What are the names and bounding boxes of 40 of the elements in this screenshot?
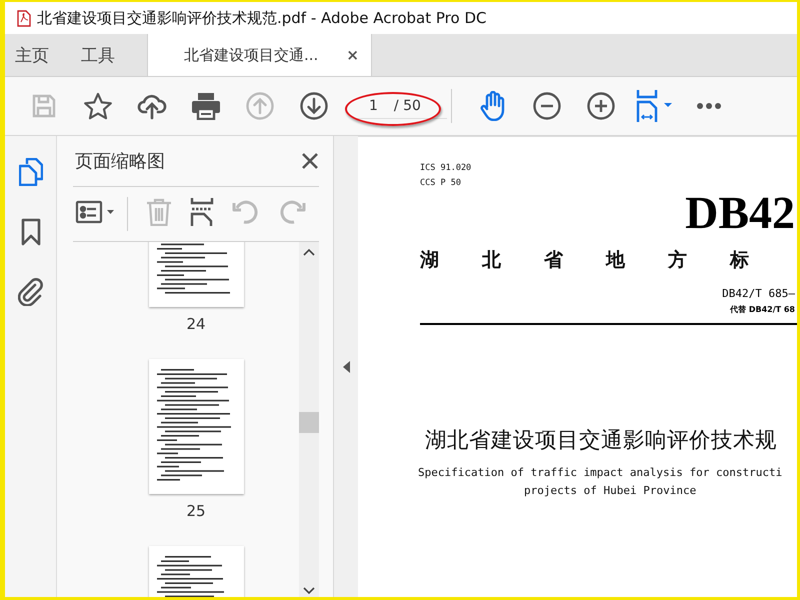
window-title: 北省建设项目交通影响评价技术规范.pdf - Adobe Acrobat Pro DC (37, 8, 486, 28)
scroll-thumb[interactable] (299, 412, 319, 433)
collapse-arrow-icon[interactable] (342, 360, 350, 372)
cloud-upload-icon[interactable] (137, 92, 167, 120)
page-number: 24 (186, 315, 206, 333)
replaces-note: 代替 DB42/T 68 (730, 304, 795, 315)
pdf-file-icon (17, 10, 31, 26)
page-number-field[interactable]: 1 / 50 (357, 93, 447, 119)
standard-number: DB42/T 685— (722, 287, 795, 300)
close-icon[interactable] (301, 152, 319, 170)
hand-icon[interactable] (479, 91, 507, 121)
pages-icon[interactable] (18, 158, 42, 186)
scrollbar[interactable] (299, 242, 319, 597)
paperclip-icon[interactable] (18, 278, 44, 306)
document-title: 湖北省建设项目交通影响评价技术规 (425, 426, 778, 454)
tab-label: 北省建设项目交通... (184, 46, 320, 64)
english-subtitle: projects of Hubei Province (524, 482, 698, 498)
insert-page-icon[interactable] (190, 198, 214, 226)
standard-mark: DB42 (685, 193, 795, 233)
nav-tab[interactable]: 主页 (5, 34, 65, 76)
classification-code: CCS P 50 (420, 177, 462, 190)
english-subtitle: Specification of traffic impact analysis for constructi (418, 464, 784, 480)
scroll-down-icon[interactable] (303, 587, 315, 595)
zoom-out-icon[interactable] (533, 92, 561, 120)
nav-tab[interactable]: 工具 (65, 34, 131, 76)
print-icon[interactable] (191, 92, 221, 120)
list-options-icon[interactable] (75, 200, 115, 224)
close-tab-button[interactable]: × (346, 46, 359, 64)
document-tab[interactable]: 北省建设项目交通... × (147, 34, 372, 76)
fit-page-icon[interactable] (635, 90, 675, 122)
panel-title: 页面缩略图 (75, 150, 165, 173)
scroll-up-icon[interactable] (303, 248, 315, 256)
bookmark-icon[interactable] (20, 218, 40, 246)
star-icon[interactable] (83, 92, 113, 120)
classification-code: ICS 91.020 (420, 162, 472, 175)
standard-category: 湖北省地方标 (420, 248, 793, 273)
page-number: 25 (186, 502, 206, 520)
more-icon[interactable] (696, 102, 722, 110)
zoom-in-icon[interactable] (587, 92, 615, 120)
page-thumbnail[interactable] (148, 359, 244, 494)
